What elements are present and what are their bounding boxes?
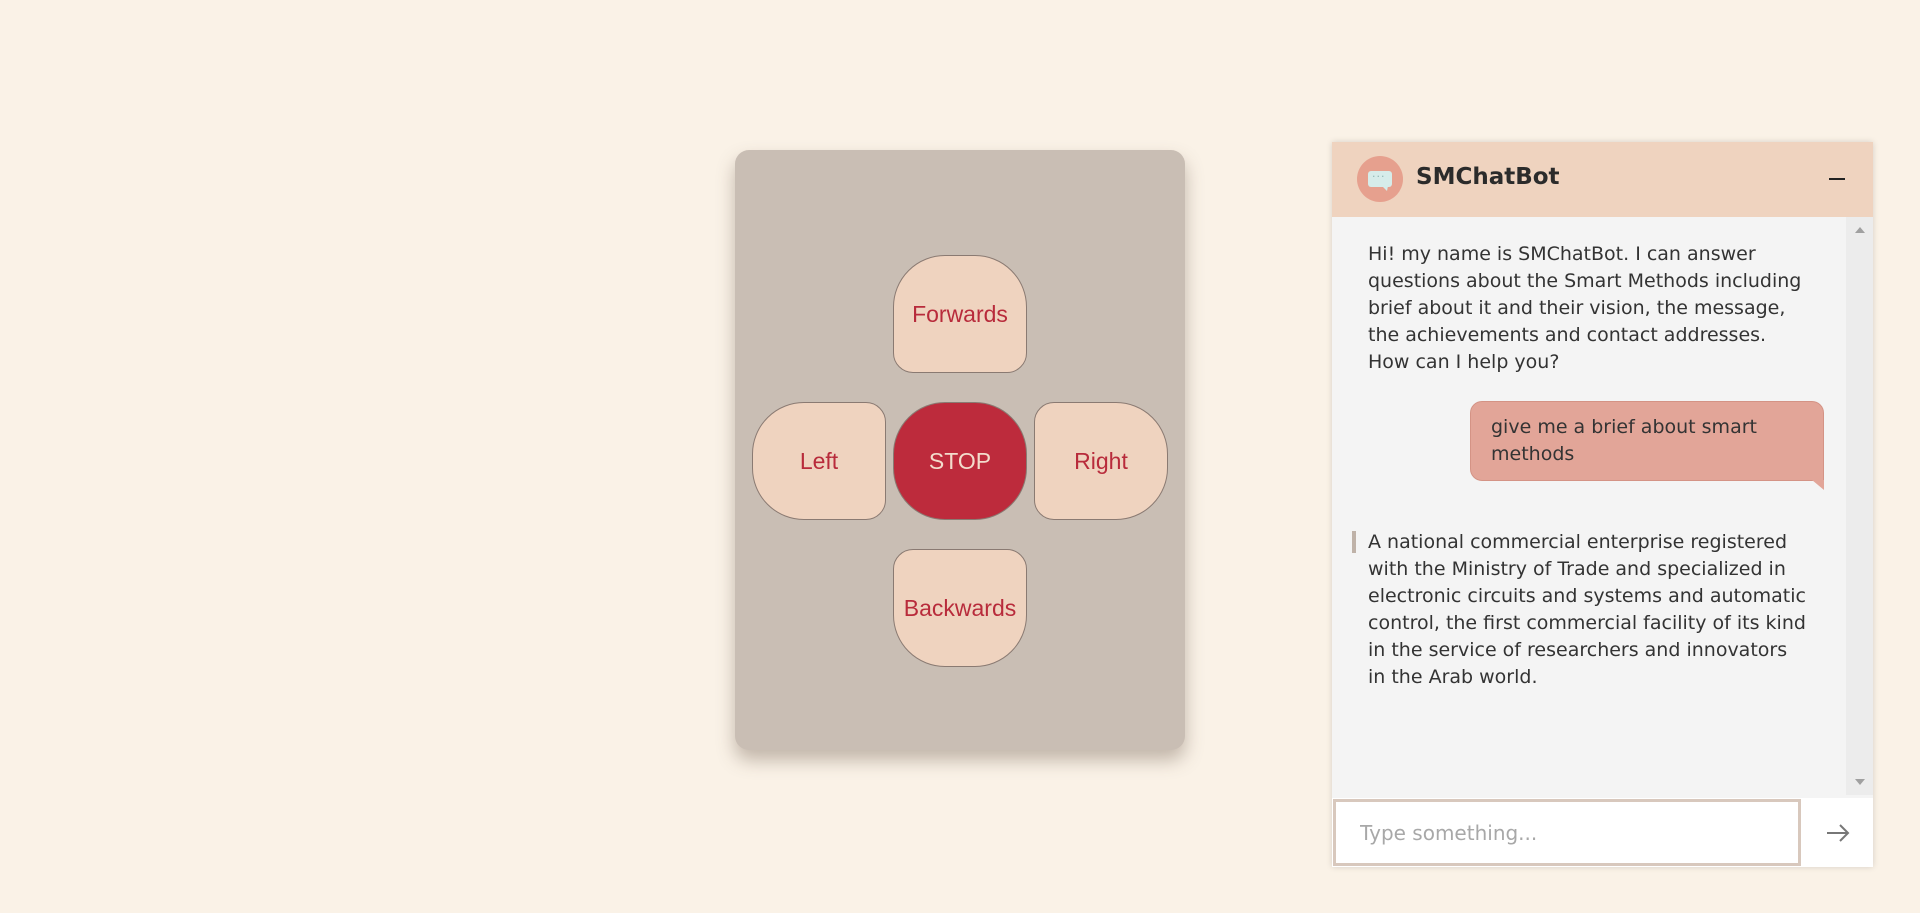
- right-button[interactable]: Right: [1034, 402, 1168, 520]
- message-quote-bar: [1352, 531, 1356, 553]
- backwards-button[interactable]: Backwards: [893, 549, 1027, 667]
- user-message: give me a brief about smart methods: [1470, 401, 1824, 490]
- bot-message: Hi! my name is SMChatBot. I can answer q…: [1368, 243, 1802, 373]
- chat-bubble-icon: ···: [1357, 156, 1403, 202]
- chat-scrollbar[interactable]: [1846, 217, 1873, 795]
- chatbot-header: ··· SMChatBot: [1332, 142, 1873, 217]
- chat-messages: Hi! my name is SMChatBot. I can answer q…: [1332, 217, 1873, 795]
- scroll-down-icon[interactable]: [1855, 779, 1865, 785]
- stop-button[interactable]: STOP: [893, 402, 1027, 520]
- minimize-icon[interactable]: [1829, 178, 1845, 180]
- chat-input-bar: [1332, 798, 1873, 867]
- bot-message: A national commercial enterprise registe…: [1368, 531, 1806, 688]
- message-input[interactable]: [1333, 799, 1801, 866]
- scroll-up-icon[interactable]: [1855, 227, 1865, 233]
- chat-dots: ···: [1372, 170, 1386, 183]
- chatbot-title: SMChatBot: [1416, 164, 1560, 190]
- send-button[interactable]: [1802, 798, 1873, 867]
- left-button[interactable]: Left: [752, 402, 886, 520]
- forwards-button[interactable]: Forwards: [893, 255, 1027, 373]
- robot-controller-panel: Forwards Left STOP Right Backwards: [735, 150, 1185, 750]
- chatbot-widget: ··· SMChatBot Hi! my name is SMChatBot. …: [1332, 142, 1873, 867]
- arrow-right-icon: [1826, 823, 1849, 842]
